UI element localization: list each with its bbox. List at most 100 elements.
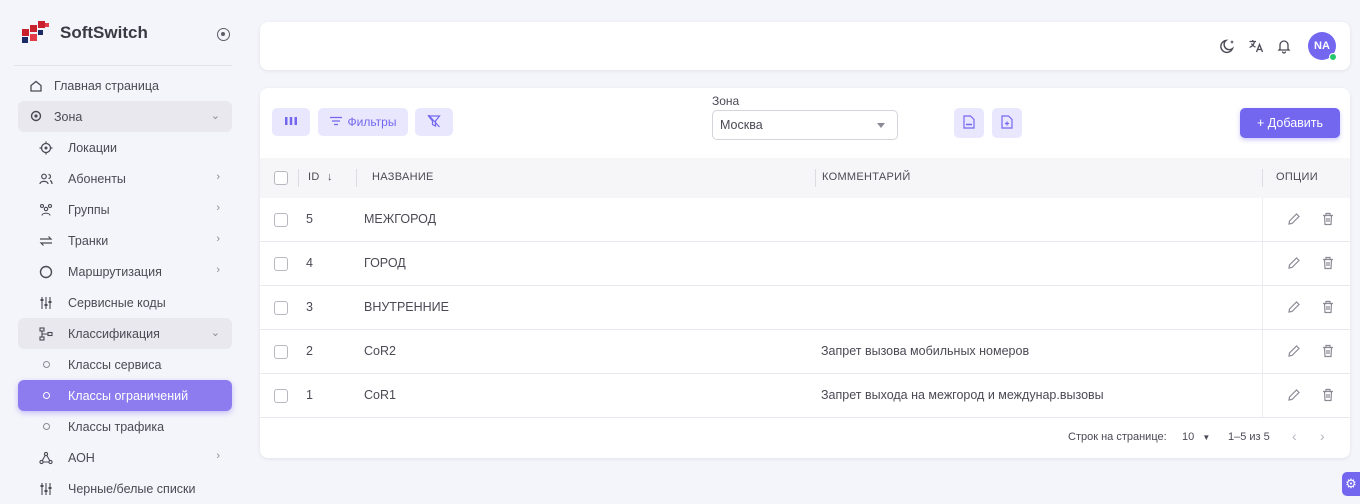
edit-icon[interactable] (1285, 298, 1303, 316)
avatar-initials: NA (1314, 40, 1330, 52)
sidebar-item-locations[interactable]: Локации (18, 132, 232, 163)
sidebar-item-black-white-lists[interactable]: Черные/белые списки (18, 473, 232, 504)
column-header-id[interactable]: ID ↓ (308, 171, 333, 183)
cell-name: CoR2 (364, 344, 396, 358)
row-checkbox[interactable] (274, 301, 288, 315)
sidebar-item-zone[interactable]: Зона ⌄ (18, 101, 232, 132)
sidebar-item-routing[interactable]: Маршрутизация › (18, 256, 232, 287)
file-csv-icon (963, 114, 975, 132)
settings-gear-icon[interactable]: ⚙ (1342, 472, 1360, 496)
caret-down-icon: ▼ (1202, 433, 1211, 442)
sidebar-item-trunks[interactable]: Транки › (18, 225, 232, 256)
sidebar-item-classification[interactable]: Классификация ⌄ (18, 318, 232, 349)
table-row[interactable]: 1 CoR1 Запрет выхода на межгород и между… (260, 374, 1350, 418)
table-row[interactable]: 5 МЕЖГОРОД (260, 198, 1350, 242)
row-options (1262, 242, 1350, 285)
edit-icon[interactable] (1285, 386, 1303, 404)
row-checkbox[interactable] (274, 345, 288, 359)
add-button[interactable]: + Добавить (1240, 108, 1340, 138)
filters-label: Фильтры (347, 115, 397, 129)
sidebar-item-home[interactable]: Главная страница (18, 70, 232, 101)
sidebar-item-label: Зона (54, 109, 83, 124)
sidebar-item-restriction-classes[interactable]: Классы ограничений (18, 380, 232, 411)
chevron-down-icon: ⌄ (210, 110, 220, 122)
sidebar-item-aon[interactable]: АОН › (18, 442, 232, 473)
cell-name: МЕЖГОРОД (364, 212, 437, 226)
bullet-icon (38, 419, 54, 435)
rows-per-page-select[interactable]: 10 ▼ (1182, 431, 1210, 443)
sidebar-item-label: Классификация (68, 326, 160, 341)
sidebar-item-label: Транки (68, 233, 109, 248)
home-icon (28, 78, 44, 94)
edit-icon[interactable] (1285, 342, 1303, 360)
chevron-right-icon: › (216, 233, 220, 245)
chevron-right-icon: › (216, 171, 220, 183)
delete-icon[interactable] (1319, 210, 1337, 228)
column-header-options: ОПЦИИ (1276, 171, 1318, 183)
clear-filters-button[interactable] (415, 108, 453, 136)
rows-per-page-label: Строк на странице: (1068, 431, 1167, 443)
zone-select[interactable]: Москва (712, 110, 898, 140)
sidebar-item-traffic-classes[interactable]: Классы трафика (18, 411, 232, 442)
delete-icon[interactable] (1319, 254, 1337, 272)
sidebar-item-label: Группы (68, 202, 110, 217)
export-csv-button[interactable] (954, 108, 984, 138)
select-all-checkbox[interactable] (274, 171, 288, 185)
column-header-comment[interactable]: КОММЕНТАРИЙ (822, 171, 911, 183)
row-options (1262, 330, 1350, 373)
next-page-icon[interactable]: › (1320, 428, 1325, 444)
row-options (1262, 374, 1350, 417)
translate-icon[interactable] (1246, 36, 1266, 56)
softswitch-logo (22, 21, 50, 45)
cell-comment: Запрет вызова мобильных номеров (821, 344, 1030, 358)
row-options (1262, 286, 1350, 329)
chevron-right-icon: › (216, 202, 220, 214)
bell-icon[interactable] (1274, 36, 1294, 56)
sidebar-item-label: Классы трафика (68, 419, 165, 434)
sidebar-item-label: Маршрутизация (68, 264, 162, 279)
bullet-icon (38, 357, 54, 373)
delete-icon[interactable] (1319, 298, 1337, 316)
row-checkbox[interactable] (274, 257, 288, 271)
sidebar-item-label: Локации (68, 140, 117, 155)
row-checkbox[interactable] (274, 213, 288, 227)
table-row[interactable]: 3 ВНУТРЕННИЕ (260, 286, 1350, 330)
hierarchy-icon (38, 326, 54, 342)
sidebar-item-groups[interactable]: Группы › (18, 194, 232, 225)
zone-select-value: Москва (720, 118, 763, 132)
edit-icon[interactable] (1285, 210, 1303, 228)
caret-down-icon (877, 123, 885, 128)
columns-button[interactable] (272, 108, 310, 136)
circle-icon (38, 264, 54, 280)
sidebar-item-label: Классы ограничений (68, 388, 189, 403)
prev-page-icon[interactable]: ‹ (1292, 428, 1297, 444)
export-file-button[interactable] (992, 108, 1022, 138)
table-row[interactable]: 4 ГОРОД (260, 242, 1350, 286)
sidebar-item-service-codes[interactable]: Сервисные коды (18, 287, 232, 318)
filters-button[interactable]: Фильтры (318, 108, 408, 136)
add-button-label: + Добавить (1256, 116, 1323, 130)
sidebar-item-subscribers[interactable]: Абоненты › (18, 163, 232, 194)
cell-name: ГОРОД (364, 256, 406, 270)
sidebar-toggle-icon[interactable] (217, 28, 230, 41)
chevron-right-icon: › (216, 450, 220, 462)
sidebar-item-label: Черные/белые списки (68, 481, 196, 496)
table-row[interactable]: 2 CoR2 Запрет вызова мобильных номеров (260, 330, 1350, 374)
file-icon (1001, 114, 1013, 132)
edit-icon[interactable] (1285, 254, 1303, 272)
online-status-dot (1329, 53, 1337, 61)
column-header-name[interactable]: НАЗВАНИЕ (372, 171, 434, 183)
row-checkbox[interactable] (274, 389, 288, 403)
cell-id: 5 (306, 212, 313, 226)
delete-icon[interactable] (1319, 342, 1337, 360)
avatar[interactable]: NA (1308, 32, 1337, 61)
sidebar-item-service-classes[interactable]: Классы сервиса (18, 349, 232, 380)
cell-id: 1 (306, 388, 313, 402)
column-divider (1262, 169, 1263, 187)
theme-moon-icon[interactable] (1218, 36, 1238, 56)
cell-comment: Запрет выхода на межгород и междунар.выз… (821, 388, 1104, 402)
divider (14, 65, 232, 66)
cell-name: ВНУТРЕННИЕ (364, 300, 449, 314)
delete-icon[interactable] (1319, 386, 1337, 404)
arrows-swap-icon (38, 233, 54, 249)
